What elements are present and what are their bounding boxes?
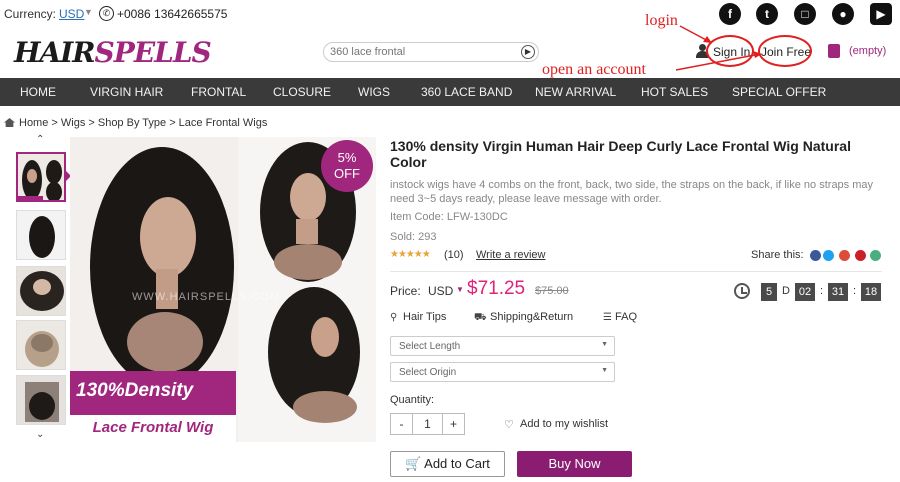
countdown-seconds: 18 [861, 283, 881, 301]
nav-item-closure[interactable]: CLOSURE [273, 85, 331, 99]
chevron-down-icon: ▼ [601, 341, 608, 348]
thumbnail-3[interactable] [16, 266, 66, 316]
nav-item-special-offer[interactable]: SPECIAL OFFER [732, 85, 826, 99]
countdown-days-label: D [782, 285, 790, 297]
share-label: Share this: [751, 249, 804, 261]
chevron-down-icon[interactable]: ⌄ [36, 429, 44, 440]
chevron-down-icon[interactable]: ▼ [456, 285, 464, 294]
countdown-sep: : [820, 285, 824, 297]
annotation-circle-join-free [758, 35, 812, 67]
nav-item-new-arrival[interactable]: NEW ARRIVAL [535, 85, 616, 99]
currency-label: Currency: [4, 7, 57, 21]
phone-number: +0086 13642665575 [117, 7, 228, 21]
countdown-minutes: 31 [828, 283, 848, 301]
sold-count: Sold: 293 [390, 231, 437, 243]
nav-item-virgin-hair[interactable]: VIRGIN HAIR [90, 85, 163, 99]
currency-selector[interactable]: USD [59, 7, 84, 21]
main-nav: HOME VIRGIN HAIR FRONTAL CLOSURE WIGS 36… [0, 78, 900, 106]
review-count: (10) [444, 249, 464, 261]
clock-icon [734, 283, 750, 299]
twitter-icon[interactable]: t [756, 3, 778, 25]
logo-text-spells: SPELLS [94, 36, 212, 69]
top-bar: Currency: USD ▼ ✆ +0086 13642665575 f t … [0, 0, 900, 30]
cart-icon: 🛒 [405, 456, 425, 471]
share-twitter-icon[interactable] [823, 250, 834, 261]
share-facebook-icon[interactable] [810, 250, 821, 261]
nav-item-wigs[interactable]: WIGS [358, 85, 390, 99]
discount-badge: 5% OFF [321, 140, 373, 192]
quantity-decrease-button[interactable]: - [390, 413, 413, 435]
search-input[interactable] [330, 45, 510, 59]
instagram-icon[interactable]: □ [794, 3, 816, 25]
chevron-down-icon[interactable]: ▼ [84, 7, 93, 17]
quantity-label: Quantity: [390, 394, 435, 406]
snapchat-icon[interactable]: ● [832, 3, 854, 25]
discount-percent: 5% [337, 150, 357, 165]
youtube-icon[interactable]: ▶ [870, 3, 892, 25]
thumbnail-5[interactable] [16, 375, 66, 425]
whatsapp-icon: ✆ [99, 6, 114, 21]
select-origin-value: Select Origin [399, 367, 457, 378]
faq-link[interactable]: FAQ [615, 311, 637, 323]
share-more-icon[interactable] [870, 250, 881, 261]
cart-status[interactable]: (empty) [849, 45, 886, 57]
add-to-wishlist-link[interactable]: Add to my wishlist [520, 418, 608, 430]
nav-item-home[interactable]: HOME [20, 85, 56, 99]
thumbnail-1[interactable] [16, 152, 66, 202]
breadcrumb[interactable]: Home > Wigs > Shop By Type > Lace Fronta… [4, 117, 267, 129]
heart-icon[interactable]: ♡ [504, 418, 514, 431]
product-description: instock wigs have 4 combs on the front, … [390, 179, 874, 205]
select-origin[interactable]: Select Origin ▼ [390, 362, 615, 382]
thumbnail-2[interactable] [16, 210, 66, 260]
current-price: $71.25 [467, 278, 526, 299]
add-to-cart-button[interactable]: 🛒 Add to Cart [390, 451, 505, 477]
facebook-icon[interactable]: f [719, 3, 741, 25]
original-price: $75.00 [535, 285, 569, 297]
annotation-open-account: open an account [542, 61, 646, 78]
quantity-increase-button[interactable]: + [442, 413, 465, 435]
main-product-image[interactable]: 5% OFF WWW.HAIRSPELLS.COM 130%Density Lac… [70, 137, 376, 442]
price-label: Price: [390, 284, 421, 298]
breadcrumb-text[interactable]: Home > Wigs > Shop By Type > Lace Fronta… [19, 117, 267, 129]
chevron-down-icon: ▼ [601, 367, 608, 374]
countdown-days: 5 [761, 283, 777, 301]
product-title: 130% density Virgin Human Hair Deep Curl… [390, 138, 851, 170]
countdown-sep: : [853, 285, 857, 297]
discount-off: OFF [334, 166, 360, 181]
select-length-value: Select Length [399, 341, 461, 352]
share-google-plus-icon[interactable] [839, 250, 850, 261]
nav-item-hot-sales[interactable]: HOT SALES [641, 85, 708, 99]
shipping-return-link[interactable]: Shipping&Return [490, 311, 573, 323]
density-subtitle: Lace Frontal Wig [70, 415, 236, 442]
add-to-cart-label: Add to Cart [424, 456, 490, 471]
watermark: WWW.HAIRSPELLS.COM [132, 291, 281, 303]
density-banner: 130%Density [70, 371, 236, 415]
search-box: ▶ [323, 42, 539, 62]
site-logo[interactable]: HAIRSPELLS [14, 36, 212, 69]
share-pinterest-icon[interactable] [855, 250, 866, 261]
rating-stars: ★★★★★ [390, 249, 431, 260]
divider [390, 271, 882, 272]
thumbnail-4[interactable] [16, 320, 66, 370]
select-length[interactable]: Select Length ▼ [390, 336, 615, 356]
nav-item-frontal[interactable]: FRONTAL [191, 85, 246, 99]
search-submit-icon[interactable]: ▶ [521, 45, 535, 59]
hair-tips-link[interactable]: Hair Tips [403, 311, 446, 323]
home-icon[interactable] [4, 118, 15, 127]
buy-now-button[interactable]: Buy Now [517, 451, 632, 477]
nav-item-360-lace-band[interactable]: 360 LACE BAND [421, 85, 512, 99]
annotation-circle-sign-in [706, 35, 754, 67]
faq-icon: ☰ [603, 312, 612, 323]
chevron-up-icon[interactable]: ⌃ [36, 134, 44, 145]
price-currency-selector[interactable]: USD [428, 284, 453, 298]
truck-icon: ⛟ [474, 312, 487, 323]
logo-text-hair: HAIR [14, 36, 96, 69]
annotation-login: login [645, 12, 678, 29]
quantity-input[interactable]: 1 [412, 413, 443, 435]
countdown-hours: 02 [795, 283, 815, 301]
item-code: Item Code: LFW-130DC [390, 211, 508, 223]
shopping-bag-icon[interactable] [828, 44, 840, 58]
lightbulb-icon: ⚲ [390, 312, 398, 323]
write-review-link[interactable]: Write a review [476, 249, 545, 261]
